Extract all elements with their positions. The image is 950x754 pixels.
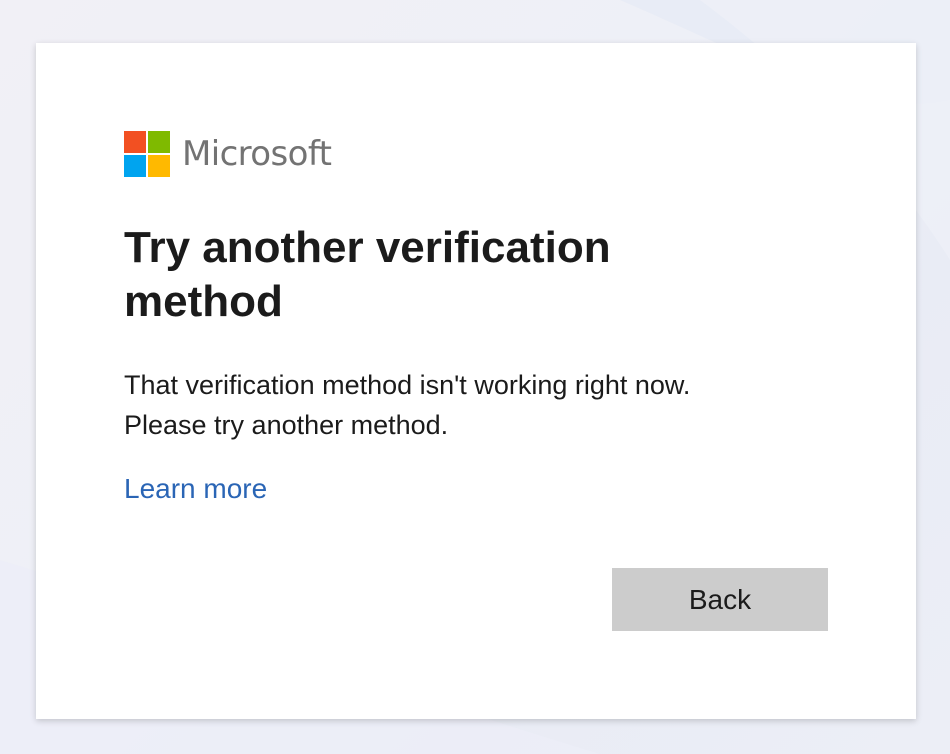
error-message-line: Please try another method.: [124, 410, 449, 440]
page-title: Try another verification method: [124, 223, 611, 326]
sign-in-card: Microsoft Try another verification metho…: [36, 43, 916, 719]
error-message-line: That verification method isn't working r…: [124, 370, 691, 400]
error-message: That verification method isn't working r…: [124, 365, 824, 445]
back-button[interactable]: Back: [612, 568, 828, 631]
learn-more-link[interactable]: Learn more: [124, 471, 267, 507]
microsoft-brand: Microsoft: [124, 131, 332, 177]
brand-name: Microsoft: [182, 134, 332, 174]
microsoft-logo-icon: [124, 131, 170, 177]
